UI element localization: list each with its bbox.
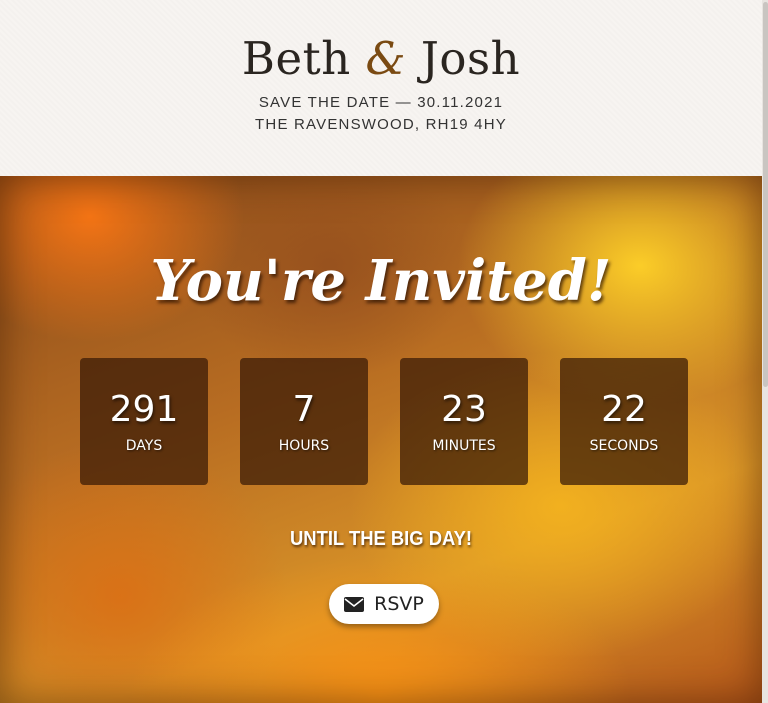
countdown-value: 22 <box>601 389 647 430</box>
scrollbar-thumb[interactable] <box>763 2 768 387</box>
countdown-label: SECONDS <box>589 438 659 454</box>
countdown-days: 291 DAYS <box>80 358 208 485</box>
countdown-label: DAYS <box>125 438 163 454</box>
name-second: Josh <box>420 32 521 85</box>
name-first: Beth <box>241 32 351 85</box>
countdown-hours: 7 HOURS <box>240 358 368 485</box>
rsvp-label: RSVP <box>374 593 424 615</box>
invited-heading: You're Invited! <box>150 248 612 314</box>
save-the-date-text: SAVE THE DATE — 30.11.2021 <box>258 94 504 111</box>
envelope-icon <box>344 596 365 612</box>
countdown-label: HOURS <box>278 438 330 454</box>
venue-text: THE RAVENSWOOD, RH19 4HY <box>255 116 507 133</box>
scrollbar[interactable] <box>762 0 768 703</box>
hero-section: You're Invited! 291 DAYS 7 HOURS 23 MINU… <box>0 176 762 703</box>
rsvp-button[interactable]: RSVP <box>329 584 439 624</box>
couple-names: Beth & Josh <box>0 32 762 85</box>
countdown-minutes: 23 MINUTES <box>400 358 528 485</box>
countdown-value: 7 <box>292 389 316 430</box>
page-header: Beth & Josh SAVE THE DATE — 30.11.2021 T… <box>0 0 762 176</box>
countdown-value: 23 <box>441 389 487 430</box>
until-text: UNTIL THE BIG DAY! <box>290 528 472 550</box>
countdown-label: MINUTES <box>432 438 496 454</box>
countdown-value: 291 <box>109 389 179 430</box>
countdown-seconds: 22 SECONDS <box>560 358 688 485</box>
ampersand: & <box>365 32 407 85</box>
